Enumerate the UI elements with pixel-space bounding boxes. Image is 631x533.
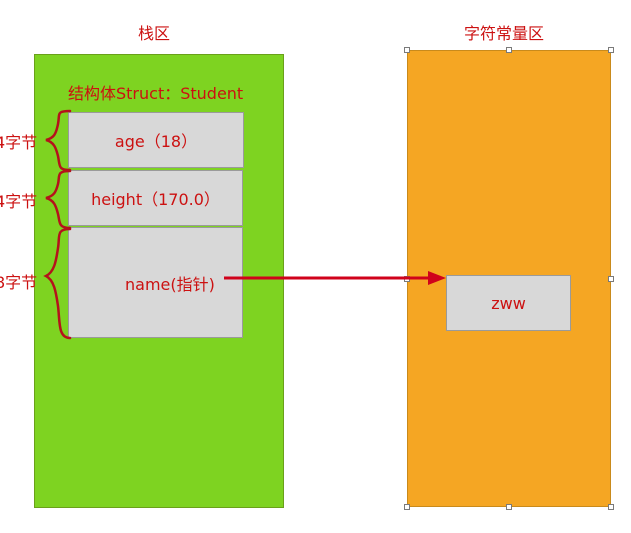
- brace-age: [45, 109, 72, 172]
- annotation-overlay: [43, 109, 446, 340]
- brace-name: [43, 227, 72, 340]
- brace-height: [45, 169, 72, 230]
- pointer-arrow-head: [428, 271, 446, 285]
